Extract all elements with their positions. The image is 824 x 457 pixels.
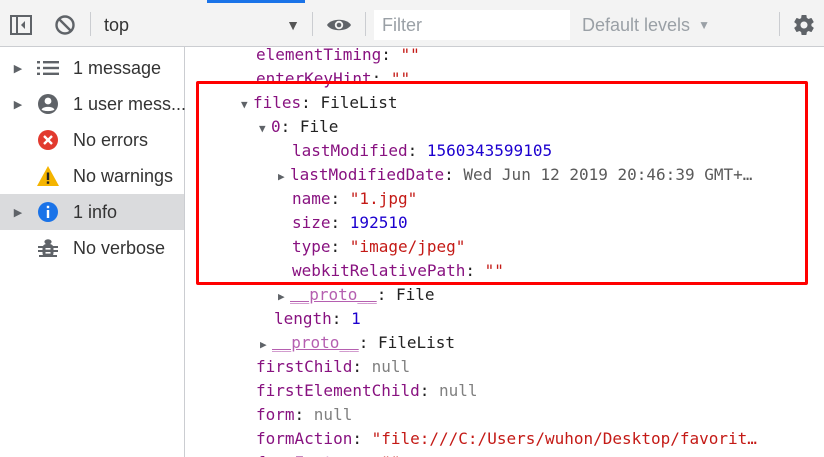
property-row[interactable]: type: "image/jpeg" bbox=[292, 235, 465, 259]
expand-arrow-icon[interactable]: ▶ bbox=[12, 98, 24, 111]
property-row[interactable]: formEnctype: "" bbox=[256, 451, 401, 457]
property-row[interactable]: formAction: "file:///C:/Users/wuhon/Desk… bbox=[256, 427, 757, 451]
context-selector[interactable]: top ▼ bbox=[96, 9, 306, 41]
console-settings-button[interactable] bbox=[790, 11, 818, 39]
property-row[interactable]: form: null bbox=[256, 403, 352, 427]
info-icon bbox=[36, 200, 60, 224]
log-levels-dropdown[interactable]: Default levels ▼ bbox=[582, 9, 710, 41]
property-row[interactable]: firstElementChild: null bbox=[256, 379, 478, 403]
log-levels-label: Default levels bbox=[582, 14, 691, 35]
expand-arrow-icon[interactable]: ▶ bbox=[12, 206, 24, 219]
property-row[interactable]: firstChild: null bbox=[256, 355, 410, 379]
toolbar-divider bbox=[312, 12, 313, 36]
list-icon bbox=[36, 56, 60, 80]
warning-icon bbox=[36, 164, 60, 188]
property-row-proto[interactable]: ▶ __proto__: FileList bbox=[260, 331, 455, 355]
sidebar-item-label: No warnings bbox=[73, 165, 174, 186]
collapsed-triangle-icon[interactable]: ▶ bbox=[278, 285, 290, 309]
property-row-files[interactable]: ▼ files: FileList bbox=[241, 91, 398, 115]
clear-console-button[interactable] bbox=[52, 12, 78, 38]
sidebar-item-label: No verbose bbox=[73, 237, 166, 258]
console-toolbar: top ▼ Default levels ▼ bbox=[0, 0, 824, 47]
user-icon bbox=[36, 92, 60, 116]
context-label: top bbox=[104, 14, 130, 35]
sidebar-item-user-messages[interactable]: ▶ 1 user mess... bbox=[0, 86, 187, 122]
sidebar-item-label: 1 user mess... bbox=[73, 93, 187, 114]
sidebar-item-label: 1 info bbox=[73, 201, 118, 222]
sidebar-item-label: No errors bbox=[73, 129, 149, 150]
sidebar-item-errors[interactable]: No errors bbox=[0, 122, 184, 158]
property-row-proto[interactable]: ▶ __proto__: File bbox=[278, 283, 435, 307]
show-sidebar-button[interactable] bbox=[8, 12, 34, 38]
collapsed-triangle-icon[interactable]: ▶ bbox=[278, 165, 290, 189]
property-row[interactable]: name: "1.jpg" bbox=[292, 187, 417, 211]
expand-arrow-icon[interactable]: ▶ bbox=[12, 62, 24, 75]
console-sidebar: ▶ 1 message ▶ 1 user mess... No errors N… bbox=[0, 47, 187, 457]
property-row[interactable]: ▶ lastModifiedDate: Wed Jun 12 2019 20:46… bbox=[278, 163, 752, 187]
sidebar-item-messages[interactable]: ▶ 1 message bbox=[0, 50, 184, 86]
bug-icon bbox=[36, 236, 60, 260]
sidebar-item-verbose[interactable]: No verbose bbox=[0, 230, 184, 266]
collapsed-triangle-icon[interactable]: ▶ bbox=[260, 333, 272, 357]
toolbar-divider bbox=[779, 12, 780, 36]
expanded-triangle-icon[interactable]: ▼ bbox=[241, 93, 253, 117]
property-row[interactable]: lastModified: 1560343599105 bbox=[292, 139, 552, 163]
toolbar-divider bbox=[90, 12, 91, 36]
sidebar-item-label: 1 message bbox=[73, 57, 162, 78]
active-tab-indicator bbox=[207, 0, 305, 3]
clear-console-icon bbox=[55, 15, 75, 35]
property-row[interactable]: length: 1 bbox=[274, 307, 361, 331]
error-icon bbox=[36, 128, 60, 152]
live-expression-button[interactable] bbox=[325, 12, 353, 38]
expanded-triangle-icon[interactable]: ▼ bbox=[259, 117, 271, 141]
toolbar-divider bbox=[365, 12, 366, 36]
gear-icon bbox=[794, 15, 814, 36]
chevron-down-icon: ▼ bbox=[698, 18, 710, 32]
property-row[interactable]: enterKeyHint: "" bbox=[256, 67, 410, 91]
property-row-file-0[interactable]: ▼ 0: File bbox=[259, 115, 338, 139]
sidebar-toggle-icon bbox=[10, 15, 32, 35]
property-row[interactable]: elementTiming: "" bbox=[256, 47, 420, 67]
dropdown-arrow-icon: ▼ bbox=[286, 17, 300, 33]
eye-icon bbox=[327, 19, 351, 31]
sidebar-item-warnings[interactable]: No warnings bbox=[0, 158, 184, 194]
property-row[interactable]: webkitRelativePath: "" bbox=[292, 259, 504, 283]
filter-input[interactable] bbox=[374, 10, 570, 40]
console-output: elementTiming: "" enterKeyHint: "" ▼ file… bbox=[186, 47, 824, 457]
property-row[interactable]: size: 192510 bbox=[292, 211, 408, 235]
sidebar-item-info[interactable]: ▶ 1 info bbox=[0, 194, 184, 230]
